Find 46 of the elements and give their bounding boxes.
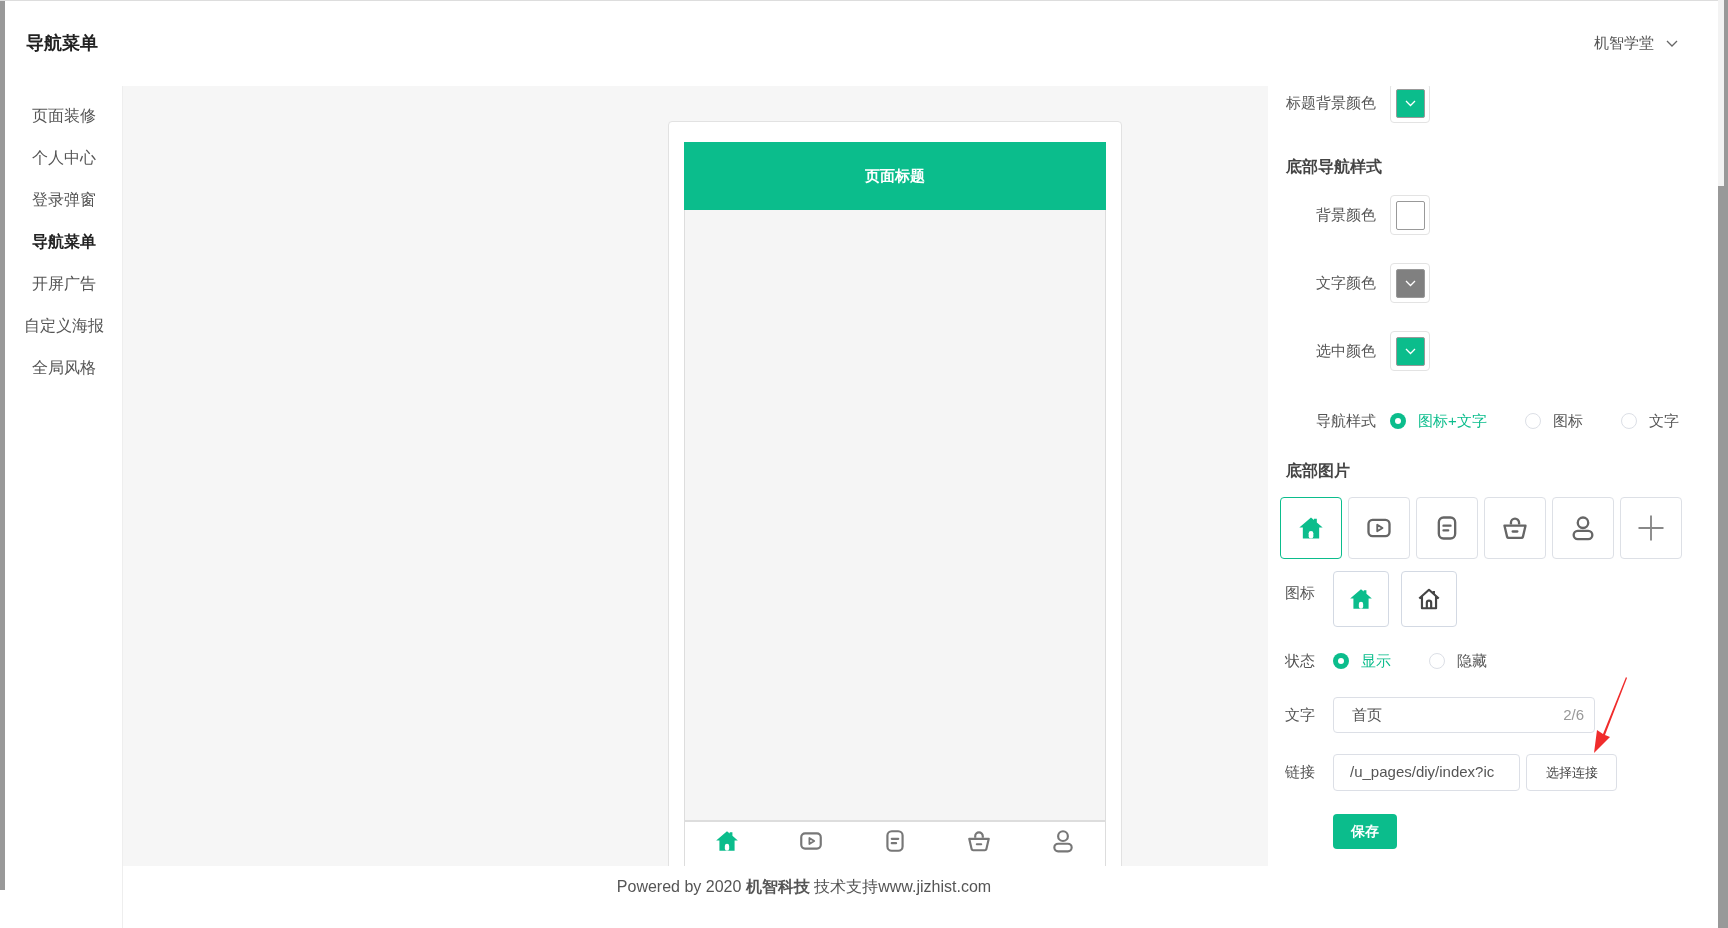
- section-title: 底部导航样式: [1285, 157, 1383, 177]
- sidebar-item[interactable]: 登录弹窗: [31, 179, 96, 221]
- account-menu[interactable]: 机智学堂: [1594, 32, 1678, 55]
- person-icon: [1050, 828, 1076, 854]
- field-label: 选中颜色: [1315, 340, 1376, 361]
- color-picker[interactable]: [1390, 195, 1430, 235]
- field-label: 链接: [1285, 762, 1316, 783]
- select-link-button[interactable]: 选择连接: [1526, 754, 1617, 791]
- field-label: 状态: [1285, 650, 1316, 671]
- icon-tile[interactable]: [1333, 571, 1389, 627]
- chevron-down-icon: [1404, 347, 1416, 355]
- icon-tile[interactable]: [1280, 497, 1342, 559]
- icon-tile[interactable]: [1401, 571, 1457, 627]
- section-title: 底部图片: [1285, 461, 1351, 481]
- color-picker[interactable]: [1390, 263, 1430, 303]
- text-input[interactable]: 首页 2/6: [1333, 697, 1595, 733]
- basket-icon: [966, 828, 992, 854]
- chevron-down-icon: [1404, 99, 1416, 107]
- field-label: 文字颜色: [1315, 272, 1376, 293]
- sidebar-item[interactable]: 自定义海报: [23, 305, 104, 347]
- page-header: 页面标题: [684, 142, 1106, 210]
- field-label: 背景颜色: [1315, 204, 1376, 225]
- sidebar-item[interactable]: 全局风格: [31, 347, 96, 389]
- radio-option[interactable]: 文字: [1620, 409, 1679, 433]
- footer-text: Powered by 2020 机智科技 技术支持www.jizhist.com: [616, 877, 992, 897]
- radio-option[interactable]: 隐藏: [1429, 649, 1487, 673]
- sidebar-item[interactable]: 导航菜单: [31, 221, 96, 263]
- plus-icon: [1636, 513, 1666, 543]
- field-label: 标题背景颜色: [1285, 92, 1376, 113]
- sidebar-item[interactable]: 页面装修: [31, 95, 96, 137]
- house-outline-icon: [1416, 586, 1442, 612]
- link-input[interactable]: /u_pages/diy/index?ic: [1333, 754, 1520, 791]
- field-label: 文字: [1285, 704, 1316, 725]
- page-title: 导航菜单: [26, 32, 98, 55]
- chevron-down-icon: [1404, 279, 1416, 287]
- scrollbar[interactable]: [1718, 0, 1728, 928]
- field-label: 导航样式: [1315, 410, 1376, 431]
- color-picker[interactable]: [1390, 331, 1430, 371]
- sidebar-item[interactable]: 开屏广告: [31, 263, 96, 305]
- sidebar-item[interactable]: 个人中心: [31, 137, 96, 179]
- radio-option[interactable]: 图标: [1524, 409, 1583, 433]
- character-counter: 2/6: [1563, 704, 1584, 725]
- chevron-down-icon: [1666, 39, 1678, 48]
- color-picker[interactable]: [1390, 86, 1430, 123]
- field-label: 图标: [1285, 583, 1316, 603]
- add-button[interactable]: [1620, 497, 1682, 559]
